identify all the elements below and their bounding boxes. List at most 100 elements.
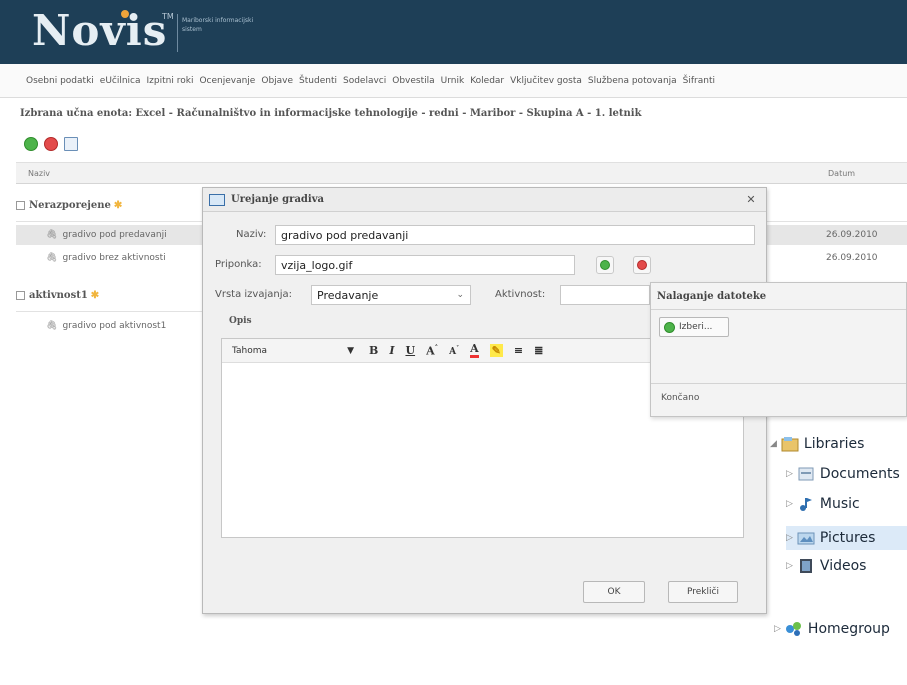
naziv-input[interactable]: gradivo pod predavanji [275,225,755,245]
choose-file-button[interactable]: Izberi... [659,317,729,337]
row-date: 26.09.2010 [826,230,878,240]
explorer-label: Music [819,496,860,512]
row-name: gradivo pod predavanji [62,230,167,240]
menu-item-eucilnica[interactable]: eUčilnica [100,76,141,86]
list-view-icon[interactable] [64,137,78,151]
paperclip-icon: 🖇 [46,321,58,331]
menu-item-objave[interactable]: Objave [261,76,293,86]
expand-arrow-icon[interactable]: ▷ [786,533,793,543]
column-naziv[interactable]: Naziv [28,169,50,178]
font-color-icon[interactable]: A [470,343,479,358]
explorer-label: Pictures [819,530,876,546]
app-header: Novis TM Mariborski informacijski sistem [0,0,907,64]
logo-separator [177,14,178,52]
align-left-icon[interactable]: ≡ [514,344,523,357]
priponka-input[interactable]: vzija_logo.gif [275,255,575,275]
logo-subtitle: Mariborski informacijski sistem [182,17,254,33]
group-label: Nerazporejene [29,200,111,211]
ok-button[interactable]: OK [583,581,645,603]
aktivnost-select[interactable] [560,285,650,305]
menu-item-vkljucitev-gosta[interactable]: Vključitev gosta [510,76,582,86]
menu-item-izpitni-roki[interactable]: Izpitni roki [147,76,194,86]
menu-item-sifranti[interactable]: Šifranti [683,76,715,86]
column-datum[interactable]: Datum [828,169,855,178]
novis-logo[interactable]: Novis [32,6,167,55]
dialog-titlebar[interactable]: Urejanje gradiva ✕ [203,188,766,212]
chevron-down-icon: ▼ [347,345,354,356]
upload-status: Končano [661,393,700,403]
paperclip-icon: 🖇 [46,230,58,240]
close-icon[interactable]: ✕ [744,193,758,207]
explorer-item-libraries[interactable]: ◢ Libraries [770,436,864,452]
expand-arrow-icon[interactable]: ◢ [770,439,777,449]
expand-arrow-icon[interactable]: ▷ [786,469,793,479]
font-size-up-icon[interactable]: A˄ [426,343,438,358]
add-attachment-button[interactable] [596,256,614,274]
vrsta-value: Predavanje [317,289,379,302]
menu-item-sluzbena-potovanja[interactable]: Službena potovanja [588,76,677,86]
minus-icon [637,260,647,270]
dialog-title: Urejanje gradiva [231,194,325,205]
expand-arrow-icon[interactable]: ▷ [786,561,793,571]
book-icon [209,194,225,206]
table-header: Naziv Datum [16,162,907,184]
highlight-icon[interactable]: ✎ [489,344,503,357]
font-value: Tahoma [232,345,268,356]
explorer-item-homegroup[interactable]: ▷ Homegroup [774,621,890,637]
logo-dot [121,10,129,18]
opis-label: Opis [229,316,252,326]
expand-arrow-icon[interactable]: ▷ [774,624,781,634]
paperclip-icon: 🖇 [46,253,58,263]
explorer-label: Videos [819,558,867,574]
menu-item-urnik[interactable]: Urnik [441,76,465,86]
file-upload-popup: Nalaganje datoteke Izberi... Končano [650,282,907,417]
menu-item-sodelavci[interactable]: Sodelavci [343,76,386,86]
videos-icon [799,559,812,573]
divider [651,383,906,384]
explorer-item-music[interactable]: ▷ Music [786,496,860,512]
menu-item-osebni-podatki[interactable]: Osebni podatki [26,76,94,86]
font-select[interactable]: Tahoma ▼ [228,343,358,359]
add-icon[interactable] [24,137,38,151]
group-nerazporejene[interactable]: Nerazporejene ✱ [16,200,122,211]
menu-item-studenti[interactable]: Študenti [299,76,337,86]
priponka-label: Priponka: [215,259,262,270]
menu-item-obvestila[interactable]: Obvestila [392,76,434,86]
group-label: aktivnost1 [29,290,88,301]
menu-item-ocenjevanje[interactable]: Ocenjevanje [199,76,255,86]
star-icon: ✱ [90,290,100,301]
menu-item-koledar[interactable]: Koledar [470,76,504,86]
cancel-button[interactable]: Prekliči [668,581,738,603]
italic-icon[interactable]: I [389,344,394,357]
selected-unit-title: Izbrana učna enota: Excel - Računalništv… [20,108,642,119]
underline-icon[interactable]: U [405,344,415,357]
divider [651,309,906,310]
explorer-item-videos[interactable]: ▷ Videos [786,558,866,574]
explorer-label: Documents [819,466,900,482]
vrsta-select[interactable]: Predavanje ⌄ [311,285,471,305]
list-toolbar [24,137,78,151]
homegroup-icon [785,622,801,636]
add-icon [664,321,675,333]
naziv-label: Naziv: [236,229,267,240]
font-size-down-icon[interactable]: A˅ [449,345,459,357]
choose-file-label: Izberi... [679,322,713,332]
logo-tm: TM [162,12,174,21]
libraries-icon [781,437,799,452]
bold-icon[interactable]: B [369,344,378,357]
aktivnost-label: Aktivnost: [495,289,546,300]
row-name: gradivo brez aktivnosti [62,253,166,263]
group-aktivnost1[interactable]: aktivnost1 ✱ [16,290,99,301]
explorer-label: Homegroup [807,621,890,637]
collapse-icon[interactable] [16,291,25,300]
align-center-icon[interactable]: ≣ [534,344,543,357]
explorer-item-documents[interactable]: ▷ Documents [786,466,900,482]
remove-attachment-button[interactable] [633,256,651,274]
explorer-item-pictures[interactable]: ▷ Pictures [786,526,907,550]
chevron-down-icon[interactable]: ⌄ [456,288,464,303]
collapse-icon[interactable] [16,201,25,210]
row-date: 26.09.2010 [826,253,878,263]
music-icon [799,498,812,511]
delete-icon[interactable] [44,137,58,151]
expand-arrow-icon[interactable]: ▷ [786,499,793,509]
